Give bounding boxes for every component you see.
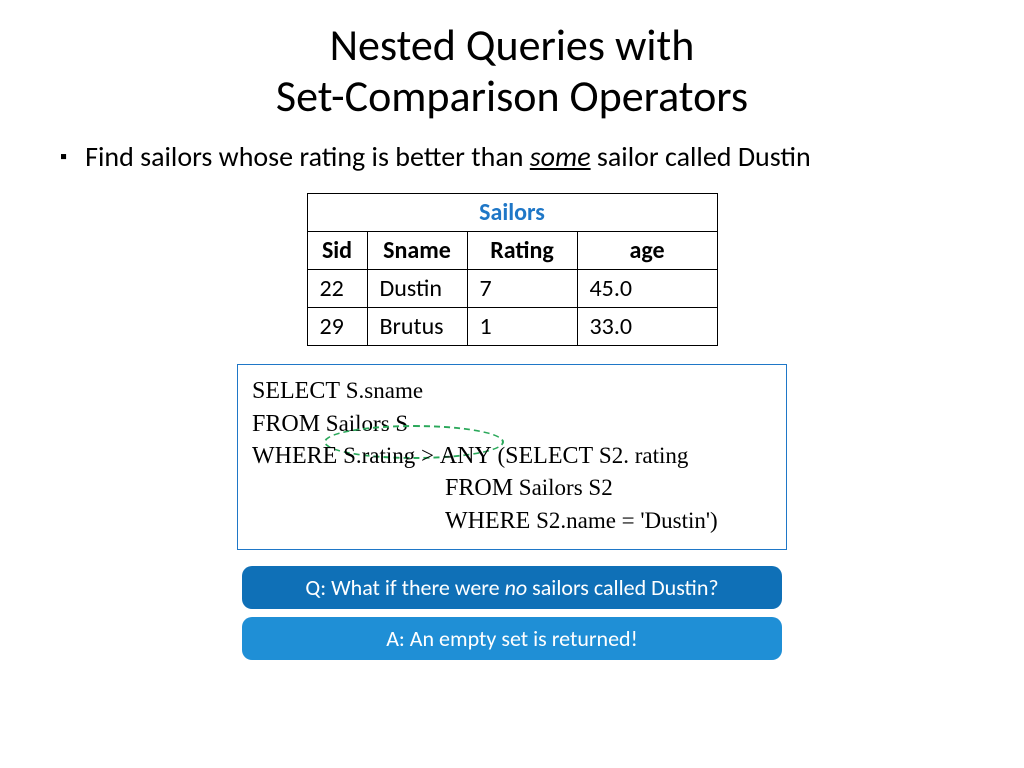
sql-line-subwhere: WHERE S2.name = 'Dustin') (252, 505, 772, 537)
sql-line-select: SELECT S.sname (252, 375, 772, 407)
cell-rating: 1 (467, 308, 577, 346)
question-pre: Q: What if there were (305, 574, 504, 601)
sql-kw-subselect: SELECT (505, 443, 593, 469)
title-line-2: Set-Comparison Operators (276, 69, 748, 123)
cell-age: 33.0 (577, 308, 717, 346)
cell-sid: 29 (307, 308, 367, 346)
title-line-1: Nested Queries with (330, 18, 695, 72)
sql-line-where: WHERE S.rating > ANY (SELECT S2. rating (252, 440, 772, 472)
table-caption: Sailors (307, 194, 717, 232)
sql-from-args: Sailors S (320, 411, 408, 436)
table-row: 22 Dustin 7 45.0 (307, 270, 717, 308)
bullet-text: Find sailors whose rating is better than… (85, 139, 964, 174)
cell-rating: 7 (467, 270, 577, 308)
sql-subselect-args: S2. rating (593, 443, 688, 468)
answer-text: A: An empty set is returned! (386, 625, 638, 652)
cell-sname: Dustin (367, 270, 467, 308)
bullet-text-em: some (530, 139, 591, 174)
cell-sid: 22 (307, 270, 367, 308)
col-header-rating: Rating (467, 232, 577, 270)
bullet-text-pre: Find sailors whose rating is better than (85, 139, 530, 174)
sql-kw-select: SELECT (252, 378, 340, 404)
bullet-item: ▪ Find sailors whose rating is better th… (60, 139, 964, 175)
sql-kw-any: ANY (440, 443, 492, 469)
question-em: no (505, 574, 528, 601)
cell-sname: Brutus (367, 308, 467, 346)
sql-paren: ( (492, 443, 505, 468)
sql-kw-from: FROM (252, 411, 320, 437)
sql-select-args: S.sname (340, 378, 423, 403)
sql-subfrom-args: Sailors S2 (513, 475, 613, 500)
table-row: 29 Brutus 1 33.0 (307, 308, 717, 346)
cell-age: 45.0 (577, 270, 717, 308)
sql-kw-subwhere: WHERE (445, 508, 530, 534)
answer-box: A: An empty set is returned! (242, 617, 782, 660)
bullet-icon: ▪ (60, 139, 67, 175)
slide: Nested Queries with Set-Comparison Opera… (0, 0, 1024, 768)
sql-line-from: FROM Sailors S (252, 408, 772, 440)
sql-kw-where: WHERE (252, 443, 337, 469)
slide-title: Nested Queries with Set-Comparison Opera… (60, 20, 964, 121)
table-container: Sailors Sid Sname Rating age 22 Dustin 7… (60, 193, 964, 346)
sql-where-cond: S.rating > (337, 443, 439, 468)
sql-subwhere-args: S2.name = 'Dustin') (530, 508, 717, 533)
question-box: Q: What if there were no sailors called … (242, 566, 782, 609)
col-header-age: age (577, 232, 717, 270)
question-post: sailors called Dustin? (527, 574, 718, 601)
col-header-sid: Sid (307, 232, 367, 270)
sql-kw-subfrom: FROM (445, 475, 513, 501)
col-header-sname: Sname (367, 232, 467, 270)
sql-line-subfrom: FROM Sailors S2 (252, 472, 772, 504)
sailors-table: Sailors Sid Sname Rating age 22 Dustin 7… (307, 193, 718, 346)
bullet-text-post: sailor called Dustin (591, 139, 811, 174)
sql-box: SELECT S.sname FROM Sailors S WHERE S.ra… (237, 364, 787, 550)
